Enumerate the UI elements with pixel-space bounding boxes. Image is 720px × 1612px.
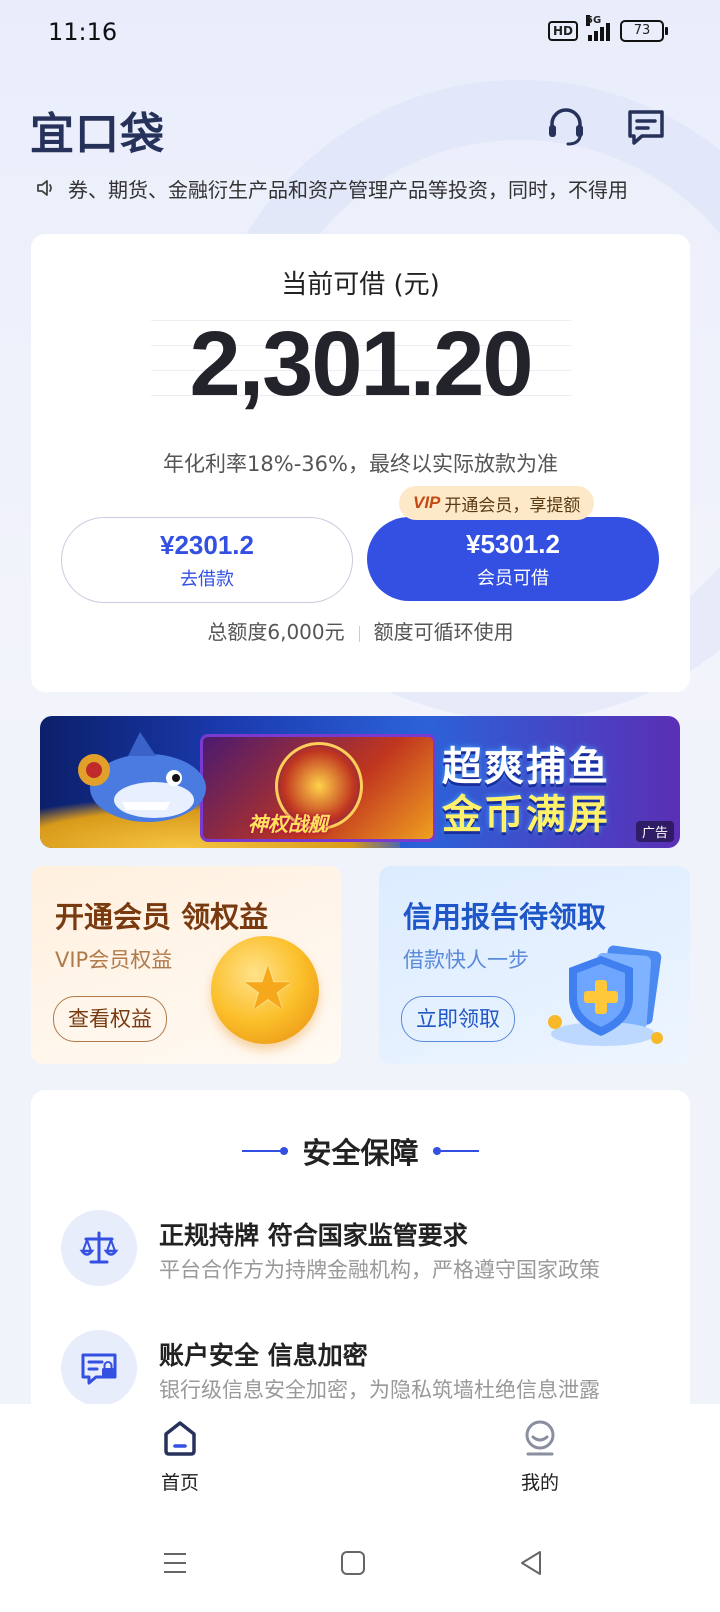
vip-amount: ¥5301.2 bbox=[466, 529, 560, 559]
battery-icon: 73 bbox=[620, 20, 668, 42]
safety-item-desc: 平台合作方为持牌金融机构，严格遵守国家政策 bbox=[159, 1258, 600, 1282]
safety-item-desc: 银行级信息安全加密，为隐私筑墙杜绝信息泄露 bbox=[159, 1378, 600, 1402]
game-name: 神权战舰 bbox=[248, 812, 328, 836]
safety-item-encryption: 账户安全 信息加密 银行级信息安全加密，为隐私筑墙杜绝信息泄露 bbox=[61, 1330, 671, 1410]
vip-borrow-button[interactable]: ¥5301.2 会员可借 bbox=[367, 517, 659, 601]
vip-card-subtitle: VIP会员权益 bbox=[55, 948, 173, 972]
ad-label: 广告 bbox=[635, 821, 674, 842]
safety-title: 安全保障 bbox=[302, 1136, 419, 1170]
speaker-icon bbox=[37, 180, 52, 196]
borrow-button[interactable]: ¥2301.2 去借款 bbox=[61, 517, 353, 603]
claim-now-button[interactable]: 立即领取 bbox=[401, 996, 515, 1042]
secure-card-icon bbox=[61, 1330, 137, 1406]
profile-icon bbox=[525, 1420, 555, 1456]
vip-card-title: 开通会员 领权益 bbox=[55, 900, 269, 934]
ad-slogan-line2: 金币满屏 bbox=[442, 792, 610, 838]
nav-profile[interactable]: 我的 bbox=[490, 1418, 590, 1495]
nav-profile-label: 我的 bbox=[520, 1472, 559, 1494]
menu-icon[interactable] bbox=[160, 1548, 190, 1578]
hd-icon: HD bbox=[547, 21, 578, 41]
message-icon[interactable] bbox=[624, 104, 668, 148]
divider bbox=[242, 1147, 289, 1155]
nav-home-label: 首页 bbox=[160, 1472, 199, 1494]
loan-card: 当前可借 (元) 2,301.20 年化利率18%-36%，最终以实际放款为准 … bbox=[31, 234, 690, 692]
status-bar: 11:16 HD 5G 73 bbox=[0, 0, 720, 64]
bottom-nav: 首页 我的 bbox=[0, 1404, 720, 1514]
system-nav-bar bbox=[0, 1514, 720, 1612]
vip-tag-text: 开通会员，享提额 bbox=[444, 495, 581, 516]
limit-info: 总额度6,000元 额度可循环使用 bbox=[31, 616, 690, 645]
vip-promo-tag[interactable]: VIP 开通会员，享提额 bbox=[399, 486, 595, 520]
credit-card-subtitle: 借款快人一步 bbox=[403, 948, 529, 972]
notice-marquee[interactable]: 券、期货、金融衍生产品和资产管理产品等投资，同时，不得用 bbox=[34, 172, 694, 204]
recycle-note: 额度可循环使用 bbox=[373, 620, 514, 644]
headset-icon[interactable] bbox=[544, 104, 588, 148]
notice-text: 券、期货、金融衍生产品和资产管理产品等投资，同时，不得用 bbox=[68, 177, 628, 202]
star-icon: ★ bbox=[241, 954, 295, 1024]
home-icon bbox=[164, 1421, 196, 1456]
shield-icon bbox=[548, 945, 663, 1046]
credit-report-card[interactable]: 信用报告待领取 借款快人一步 立即领取 bbox=[379, 866, 690, 1064]
status-time: 11:16 bbox=[48, 18, 118, 46]
home-button-icon[interactable] bbox=[338, 1548, 368, 1578]
credit-card-title: 信用报告待领取 bbox=[403, 900, 607, 934]
safety-item-title: 正规持牌 符合国家监管要求 bbox=[159, 1221, 468, 1250]
vip-label: 会员可借 bbox=[477, 568, 549, 589]
borrow-amount: ¥2301.2 bbox=[160, 530, 254, 560]
divider bbox=[432, 1147, 479, 1155]
available-amount-title: 当前可借 (元) bbox=[281, 270, 440, 300]
vip-benefits-card[interactable]: ★ 开通会员 领权益 VIP会员权益 查看权益 bbox=[31, 866, 341, 1064]
scale-icon bbox=[61, 1210, 137, 1286]
safety-header: 安全保障 bbox=[31, 1130, 690, 1172]
signal-icon: 5G bbox=[586, 15, 610, 41]
safety-section: 安全保障 正规持牌 符合国家监管要求 平台合作方为持牌金融机构，严格遵守国家政策 bbox=[31, 1090, 690, 1410]
nav-home[interactable]: 首页 bbox=[130, 1418, 230, 1495]
shark-image bbox=[78, 732, 206, 822]
divider bbox=[358, 625, 360, 642]
status-icons: HD 5G 73 bbox=[547, 15, 668, 42]
ad-banner[interactable]: 神权战舰 超爽捕鱼 金币满屏 广告 bbox=[40, 716, 680, 848]
safety-item-title: 账户安全 信息加密 bbox=[159, 1341, 368, 1370]
back-icon[interactable] bbox=[516, 1548, 546, 1578]
total-limit: 总额度6,000元 bbox=[207, 620, 345, 644]
vip-logo: VIP bbox=[413, 493, 441, 512]
available-amount: 2,301.20 bbox=[189, 313, 533, 415]
rate-note: 年化利率18%-36%，最终以实际放款为准 bbox=[163, 452, 558, 476]
network-type: 5G bbox=[586, 15, 602, 26]
safety-item-licensed: 正规持牌 符合国家监管要求 平台合作方为持牌金融机构，严格遵守国家政策 bbox=[61, 1210, 671, 1290]
app-logo: 宜口袋 bbox=[30, 109, 165, 160]
view-benefits-button[interactable]: 查看权益 bbox=[53, 996, 167, 1042]
borrow-label: 去借款 bbox=[180, 569, 234, 590]
